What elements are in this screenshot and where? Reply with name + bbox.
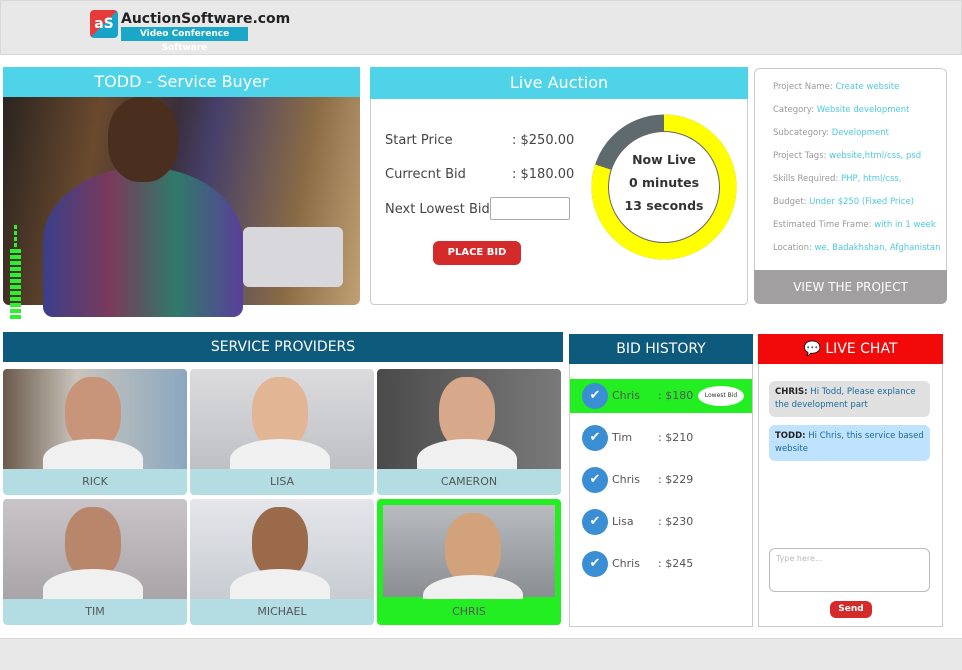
- buyer-title: TODD - Service Buyer: [3, 67, 360, 97]
- bid-history-row: ✔ Chris : $229: [570, 463, 752, 497]
- project-field: Subcategory: Development: [773, 128, 889, 138]
- field-label: Project Tags:: [773, 151, 827, 161]
- field-label: Estimated Time Frame:: [773, 220, 872, 230]
- provider-tile[interactable]: CAMERON: [377, 369, 561, 495]
- bidder-name: Chris: [612, 389, 640, 402]
- timer-minutes: 0 minutes: [628, 175, 700, 190]
- bid-hand-icon: ✔: [582, 383, 608, 409]
- provider-video: [190, 499, 374, 609]
- provider-tile[interactable]: LISA: [190, 369, 374, 495]
- bid-history-row: ✔ Chris : $245: [570, 547, 752, 581]
- field-label: Location:: [773, 243, 812, 253]
- field-value[interactable]: website,html/css, psd: [829, 151, 921, 161]
- send-button[interactable]: Send: [830, 601, 872, 618]
- provider-video: [3, 369, 187, 479]
- project-field: Project Tags: website,html/css, psd: [773, 151, 921, 161]
- provider-tile[interactable]: CHRIS: [377, 499, 561, 625]
- service-providers-title: SERVICE PROVIDERS: [3, 332, 563, 362]
- chat-input[interactable]: Type here...: [769, 548, 930, 592]
- bid-history-title: BID HISTORY: [569, 334, 753, 364]
- field-label: Budget:: [773, 197, 807, 207]
- provider-tile[interactable]: MICHAEL: [190, 499, 374, 625]
- field-label: Skills Required:: [773, 174, 839, 184]
- project-field: Category: Website development: [773, 105, 909, 115]
- timer-status: Now Live: [632, 152, 696, 167]
- bid-amount: : $230: [658, 515, 694, 528]
- timer-text: Now Live 0 minutes 13 seconds: [590, 148, 738, 217]
- bid-amount: : $245: [658, 557, 694, 570]
- bid-history-row: ✔ Chris : $180 Lowest Bid: [570, 379, 752, 413]
- bid-hand-icon: ✔: [582, 467, 608, 493]
- provider-tile[interactable]: RICK: [3, 369, 187, 495]
- bid-history-row: ✔ Tim : $210: [570, 421, 752, 455]
- field-value[interactable]: Create website: [835, 82, 899, 92]
- provider-video: [383, 505, 555, 615]
- bid-hand-icon: ✔: [582, 509, 608, 535]
- project-details-panel: [754, 68, 947, 303]
- audio-level-meter: [10, 225, 21, 321]
- bidder-name: Lisa: [612, 515, 634, 528]
- bidder-name: Tim: [612, 431, 633, 444]
- provider-video: [377, 369, 561, 479]
- message-sender: CHRIS:: [775, 387, 808, 397]
- buyer-video: [3, 97, 360, 317]
- bid-amount: : $229: [658, 473, 694, 486]
- next-bid-label: Next Lowest Bid: [385, 202, 490, 217]
- bidder-name: Chris: [612, 557, 640, 570]
- live-auction-title: Live Auction: [370, 67, 748, 99]
- provider-name: RICK: [3, 469, 187, 495]
- logo-icon: aS: [90, 10, 118, 38]
- bidder-name: Chris: [612, 473, 640, 486]
- project-field: Budget: Under $250 (Fixed Price): [773, 197, 914, 207]
- timer-seconds: 13 seconds: [624, 198, 704, 213]
- place-bid-button[interactable]: PLACE BID: [433, 241, 521, 265]
- view-project-button[interactable]: VIEW THE PROJECT: [754, 270, 947, 304]
- field-label: Category:: [773, 105, 815, 115]
- lowest-bid-badge: Lowest Bid: [698, 386, 744, 406]
- chat-bubble-icon: 💬: [803, 341, 821, 357]
- field-value[interactable]: Website development: [817, 105, 910, 115]
- logo-subtitle: Video Conference Software: [121, 27, 248, 53]
- message-sender: TODD:: [775, 431, 806, 441]
- live-chat-title-text: LIVE CHAT: [825, 341, 898, 357]
- start-price-label: Start Price: [385, 133, 453, 148]
- provider-name: TIM: [3, 599, 187, 625]
- provider-tile[interactable]: TIM: [3, 499, 187, 625]
- provider-name: LISA: [190, 469, 374, 495]
- provider-name: CAMERON: [377, 469, 561, 495]
- start-price-value: : $250.00: [512, 133, 575, 148]
- field-label: Project Name:: [773, 82, 833, 92]
- next-bid-input[interactable]: [490, 197, 570, 220]
- chat-message: CHRIS: Hi Todd, Please explance the deve…: [769, 381, 930, 417]
- bid-amount: : $180: [658, 389, 694, 402]
- provider-video: [190, 369, 374, 479]
- field-value[interactable]: we, Badakhshan, Afghanistan: [815, 243, 941, 253]
- field-value[interactable]: with in 1 week: [874, 220, 936, 230]
- logo-name: AuctionSoftware.com: [121, 11, 291, 27]
- bid-hand-icon: ✔: [582, 551, 608, 577]
- provider-name: CHRIS: [377, 599, 561, 625]
- field-value[interactable]: Under $250 (Fixed Price): [809, 197, 914, 207]
- project-field: Estimated Time Frame: with in 1 week: [773, 220, 936, 230]
- live-chat-title: 💬 LIVE CHAT: [758, 334, 943, 364]
- project-field: Skills Required: PHP, html/css,: [773, 174, 901, 184]
- current-bid-value: : $180.00: [512, 167, 575, 182]
- project-field: Location: we, Badakhshan, Afghanistan: [773, 243, 941, 253]
- provider-name: MICHAEL: [190, 599, 374, 625]
- field-value[interactable]: PHP, html/css,: [841, 174, 902, 184]
- footer-bar: [0, 638, 962, 670]
- current-bid-label: Currecnt Bid: [385, 167, 466, 182]
- field-value[interactable]: Development: [832, 128, 889, 138]
- provider-video: [3, 499, 187, 609]
- bid-hand-icon: ✔: [582, 425, 608, 451]
- bid-amount: : $210: [658, 431, 694, 444]
- bid-history-row: ✔ Lisa : $230: [570, 505, 752, 539]
- field-label: Subcategory:: [773, 128, 829, 138]
- project-field: Project Name: Create website: [773, 82, 899, 92]
- chat-message: TODD: Hi Chris, this service based websi…: [769, 425, 930, 461]
